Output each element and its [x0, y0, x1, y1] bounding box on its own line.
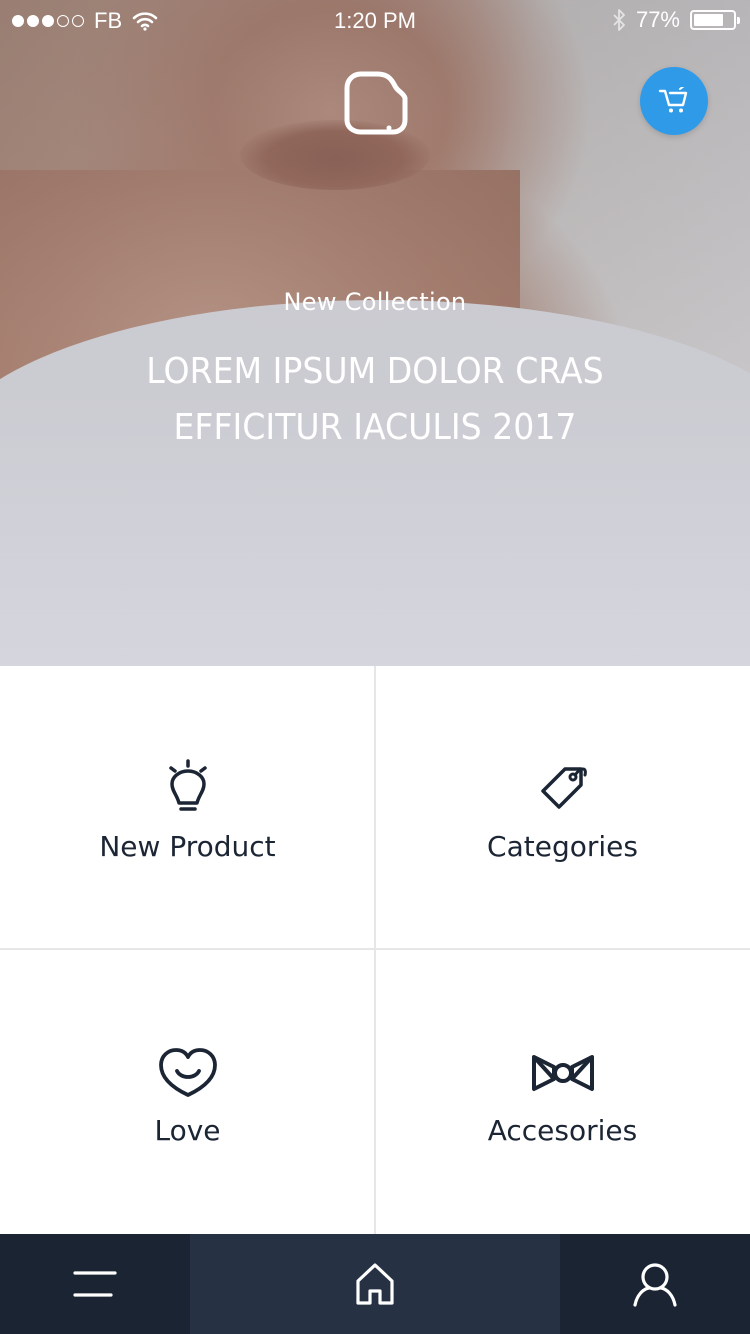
battery-icon [690, 10, 740, 30]
grid-item-accesories[interactable]: Accesories [375, 950, 750, 1234]
grid-item-label: New Product [99, 829, 276, 863]
status-right: 77% [612, 7, 740, 33]
tab-menu[interactable] [0, 1234, 190, 1334]
grid-item-categories[interactable]: Categories [375, 666, 750, 950]
tab-profile[interactable] [560, 1234, 750, 1334]
cart-button[interactable] [640, 67, 708, 135]
grid-item-label: Love [154, 1113, 221, 1147]
grid-item-new-product[interactable]: New Product [0, 666, 375, 950]
hero-subtitle: New Collection [283, 288, 467, 316]
tab-bar [0, 1234, 750, 1334]
grid-item-label: Accesories [487, 1113, 638, 1147]
home-icon [356, 1263, 394, 1305]
hero-title: LOREM IPSUM DOLOR CRAS EFFICITUR IACULIS… [146, 351, 604, 448]
lightbulb-icon [153, 754, 223, 824]
category-grid: New Product Categories Love Accesories [0, 666, 750, 1234]
menu-icon [73, 1271, 117, 1297]
tag-icon [528, 754, 598, 824]
bowtie-icon [528, 1038, 598, 1108]
status-bar: FB 1:20 PM 77% [0, 0, 750, 40]
app-logo-icon[interactable] [343, 70, 409, 136]
bluetooth-icon [613, 9, 625, 31]
tab-home[interactable] [190, 1234, 560, 1334]
battery-percent: 77% [635, 7, 680, 32]
user-icon [633, 1263, 677, 1307]
battery-fill [694, 14, 724, 26]
grid-item-label: Categories [487, 829, 638, 863]
heart-icon [153, 1038, 223, 1108]
grid-item-love[interactable]: Love [0, 950, 375, 1234]
cart-icon [658, 87, 688, 113]
